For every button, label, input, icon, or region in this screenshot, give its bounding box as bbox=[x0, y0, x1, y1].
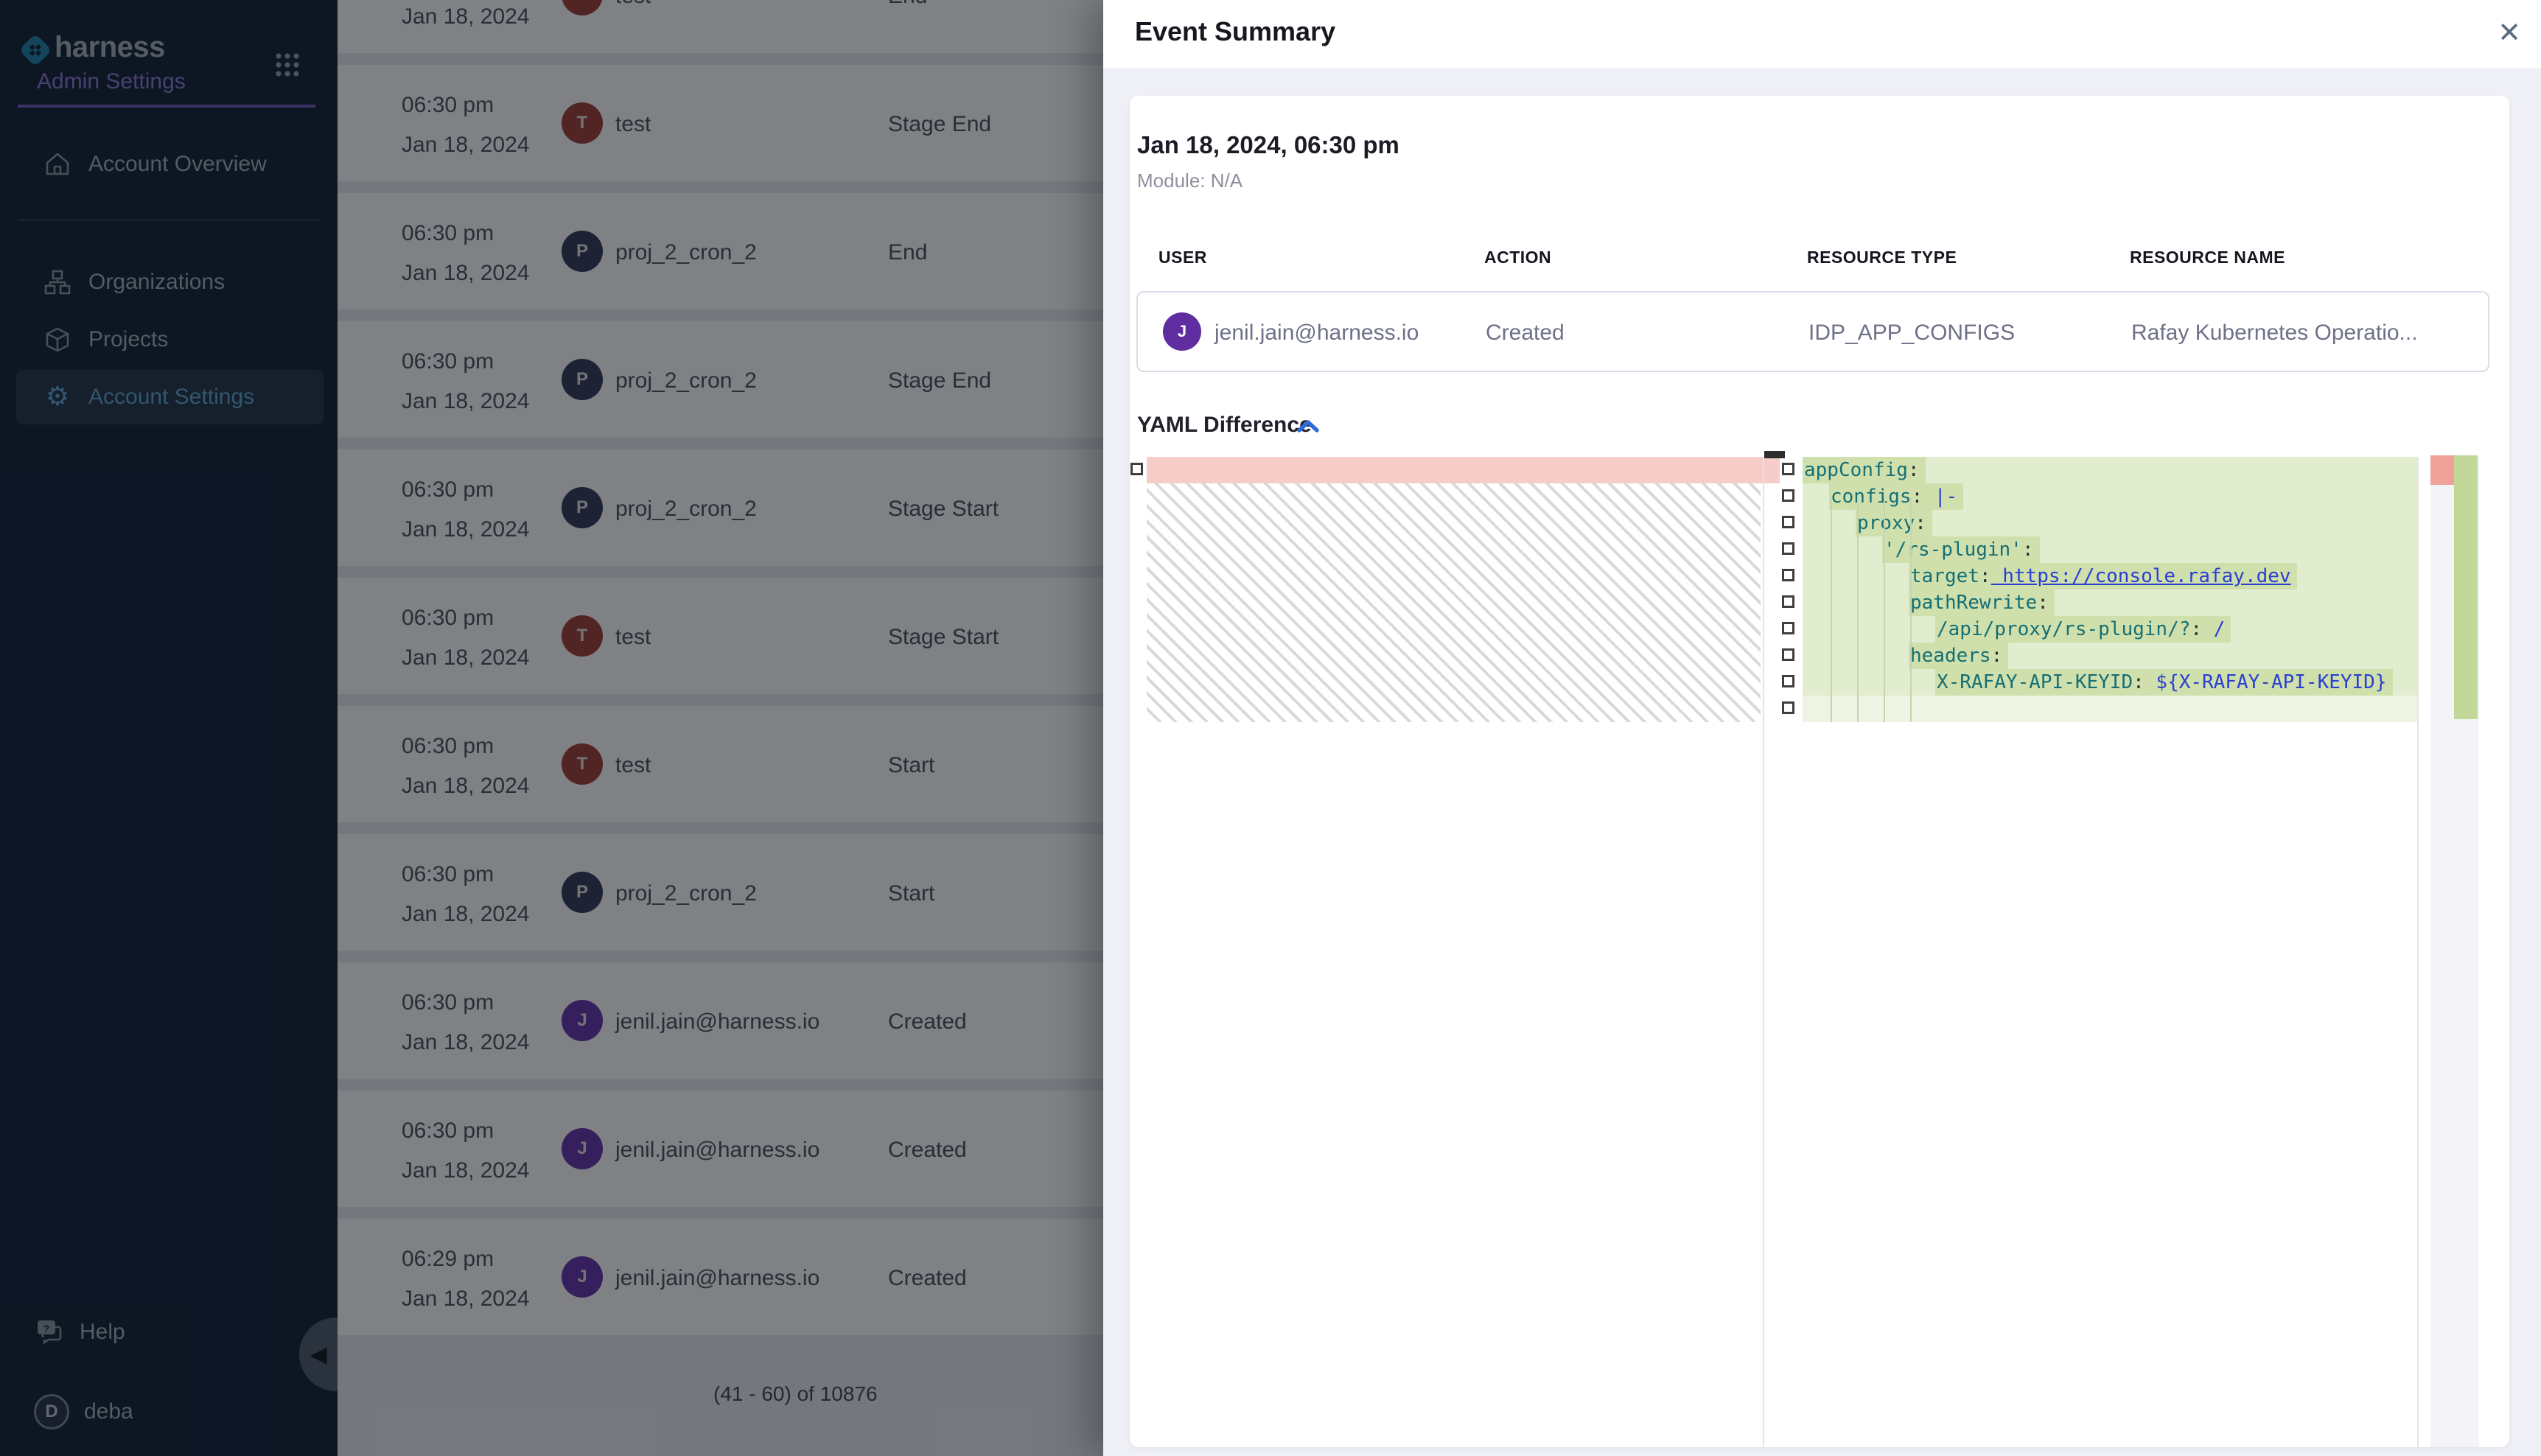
modal-backdrop[interactable] bbox=[0, 0, 1103, 1456]
diff-line-marker bbox=[1782, 648, 1794, 661]
yaml-diff-line: /api/proxy/rs-plugin/?: / bbox=[1803, 616, 2417, 643]
indent-guide bbox=[1884, 498, 1885, 722]
diff-left-gutter-marker bbox=[1130, 463, 1143, 475]
diff-line-marker bbox=[1782, 542, 1794, 555]
diff-line-marker bbox=[1782, 569, 1794, 581]
event-action: Created bbox=[1486, 321, 1565, 346]
yaml-link[interactable]: https://console.rafay.dev bbox=[1991, 565, 2291, 587]
yaml-difference-toggle[interactable]: YAML Difference bbox=[1137, 413, 1312, 438]
col-header-action: ACTION bbox=[1484, 248, 1551, 267]
indent-guide bbox=[1910, 498, 1912, 722]
yaml-diff-line: appConfig: bbox=[1803, 457, 2417, 483]
yaml-diff-line: X-RAFAY-API-KEYID: ${X-RAFAY-API-KEYID} bbox=[1803, 669, 2417, 696]
event-resource-type: IDP_APP_CONFIGS bbox=[1808, 321, 2015, 346]
ruler-removed-marker bbox=[2430, 455, 2454, 485]
diff-empty-hatch-region bbox=[1147, 483, 1761, 722]
yaml-value: / bbox=[2202, 618, 2225, 640]
yaml-value: ${X-RAFAY-API-KEYID} bbox=[2145, 671, 2387, 693]
diff-pane-divider bbox=[1763, 457, 1764, 1447]
diff-code-edge-line bbox=[2417, 457, 2419, 1447]
event-summary-modal: Event Summary ✕ Jan 18, 2024, 06:30 pm M… bbox=[1103, 0, 2541, 1456]
col-header-user: USER bbox=[1158, 248, 1207, 267]
modal-title: Event Summary bbox=[1135, 16, 1335, 47]
diff-line-marker bbox=[1782, 516, 1794, 528]
diff-line-marker bbox=[1782, 675, 1794, 687]
diff-line-marker bbox=[1782, 489, 1794, 502]
indent-guide bbox=[1857, 498, 1859, 722]
yaml-diff-line: target: https://console.rafay.dev bbox=[1803, 563, 2417, 589]
diff-line-marker bbox=[1782, 595, 1794, 608]
yaml-diff-line: configs: |- bbox=[1803, 483, 2417, 510]
ruler-added-marker bbox=[2454, 455, 2478, 719]
indent-guide bbox=[1831, 498, 1832, 722]
event-user: jenil.jain@harness.io bbox=[1214, 321, 1419, 346]
yaml-diff-line: headers: bbox=[1803, 643, 2417, 669]
yaml-diff-line: pathRewrite: bbox=[1803, 589, 2417, 616]
event-resource-name: Rafay Kubernetes Operatio... bbox=[2131, 321, 2418, 346]
close-icon[interactable]: ✕ bbox=[2489, 12, 2530, 53]
yaml-diff-line: proxy: bbox=[1803, 510, 2417, 536]
diff-removed-band bbox=[1147, 457, 1780, 483]
chevron-up-icon[interactable] bbox=[1296, 417, 1321, 436]
event-module: Module: N/A bbox=[1137, 169, 1242, 192]
col-header-resource-name: RESOURCE NAME bbox=[2130, 248, 2285, 267]
col-header-resource-type: RESOURCE TYPE bbox=[1807, 248, 1957, 267]
diff-line-marker bbox=[1782, 463, 1794, 475]
event-user-avatar: J bbox=[1163, 312, 1201, 351]
event-detail-row: J jenil.jain@harness.io Created IDP_APP_… bbox=[1136, 291, 2489, 372]
diff-line-marker bbox=[1782, 622, 1794, 634]
yaml-value: |- bbox=[1923, 486, 1957, 508]
event-timestamp: Jan 18, 2024, 06:30 pm bbox=[1137, 131, 1399, 159]
yaml-diff-line: '/rs-plugin': bbox=[1803, 536, 2417, 563]
diff-deleted-marker bbox=[1764, 451, 1785, 458]
page-root: Jan 18, 2024 T test End 06:30 pm Jan 18,… bbox=[0, 0, 2541, 1456]
diff-line-marker bbox=[1782, 701, 1794, 714]
yaml-diff-line bbox=[1803, 696, 2417, 722]
